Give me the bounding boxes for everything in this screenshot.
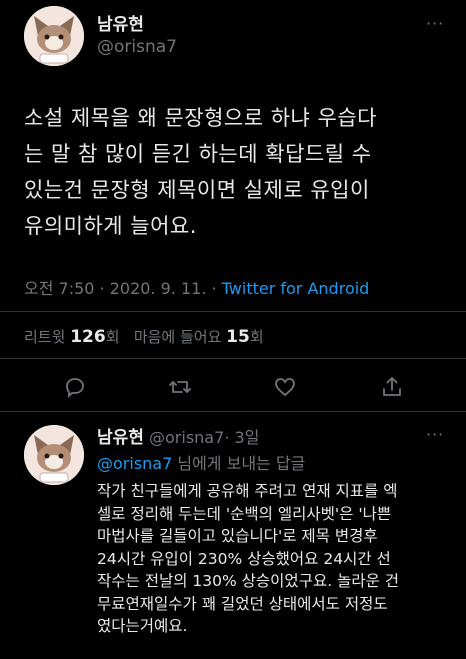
tweet-text-line: 는 말 참 많이 듣긴 하는데 확답드릴 수	[24, 142, 372, 166]
more-icon[interactable]: ···	[426, 14, 444, 33]
tweet-text-line: 유의미하게 늘어요.	[24, 214, 197, 238]
reply-header: 남유현 @orisna7· 3일	[97, 423, 259, 448]
like-label[interactable]: 마음에 들어요	[134, 328, 222, 346]
tweet-stats: 리트윗 126회 마음에 들어요 15회	[24, 326, 264, 347]
tweet-meta: 오전 7:50 · 2020. 9. 11. · Twitter for And…	[24, 275, 369, 299]
reply-text-line: 셀로 정리해 두는데 '순백의 엘리사벳'은 '나쁜	[97, 504, 392, 523]
share-icon[interactable]	[380, 375, 404, 399]
reply-text-line: 마법사를 길들이고 있습니다'로 제목 변경후	[97, 527, 378, 545]
retweet-icon[interactable]	[168, 375, 192, 399]
reply-text: 작가 친구들에게 공유해 주려고 연재 지표를 엑 셀로 정리해 두는데 '순백…	[97, 480, 463, 638]
retweet-label[interactable]: 리트윗	[24, 328, 65, 346]
reply-text-line: 작수는 전날의 130% 상승이었구요. 놀라운 건	[97, 572, 400, 590]
reply-icon[interactable]	[63, 375, 87, 399]
like-count[interactable]: 15	[226, 327, 250, 347]
reply-author-name[interactable]: 남유현	[97, 428, 144, 448]
like-icon[interactable]	[273, 375, 297, 399]
reply-author-handle[interactable]: @orisna7	[149, 428, 224, 447]
tweet-text-line: 있는건 문장형 제목이면 실제로 유입이	[24, 178, 370, 202]
tweet-text-line: 소설 제목을 왜 문장형으로 하냐 우습다	[24, 106, 377, 130]
divider	[0, 311, 466, 312]
avatar[interactable]	[24, 6, 84, 66]
reply-more-icon[interactable]: ···	[426, 425, 444, 444]
divider	[0, 411, 466, 412]
reply-text-line: 24시간 유입이 230% 상승했어요 24시간 선	[97, 549, 391, 568]
divider	[0, 358, 466, 359]
reply-text-line: 였다는거예요.	[97, 617, 188, 635]
retweet-count[interactable]: 126	[70, 327, 106, 347]
author-handle[interactable]: @orisna7	[97, 37, 177, 57]
avatar-illustration	[24, 425, 84, 485]
retweet-unit: 회	[105, 328, 120, 346]
reply-avatar[interactable]	[24, 425, 84, 485]
tweet-source[interactable]: Twitter for Android	[222, 279, 370, 298]
reply-to-label: 님에게 보내는 답글	[172, 454, 306, 473]
author-name[interactable]: 남유현	[97, 10, 144, 35]
reply-to-handle[interactable]: @orisna7	[97, 454, 172, 473]
like-unit: 회	[249, 328, 264, 346]
tweet-text: 소설 제목을 왜 문장형으로 하냐 우습다 는 말 참 많이 듣긴 하는데 확답…	[24, 100, 464, 244]
reply-age[interactable]: · 3일	[224, 428, 259, 447]
reply-text-line: 작가 친구들에게 공유해 주려고 연재 지표를 엑	[97, 482, 398, 500]
reply-text-line: 무료연재일수가 꽤 길었던 상태에서도 저정도	[97, 594, 388, 613]
reply-to-line: @orisna7 님에게 보내는 답글	[97, 450, 305, 474]
tweet-time[interactable]: 오전 7:50 · 2020. 9. 11. ·	[24, 279, 222, 298]
avatar-illustration	[24, 6, 84, 66]
